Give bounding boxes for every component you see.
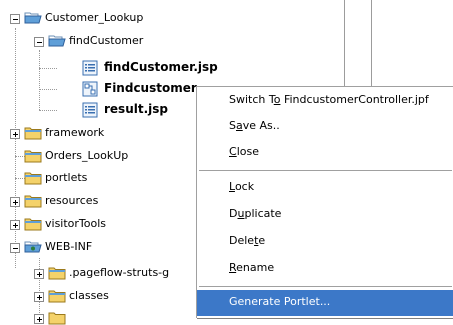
menu-separator [199,170,452,171]
menu-mnemonic: C [229,145,237,158]
menu-label: ve As.. [242,119,280,132]
panel-divider[interactable] [344,0,345,88]
expand-icon[interactable] [34,269,44,279]
tree-item-orders-lookup[interactable]: Orders_LookUp [45,149,128,163]
tree-item-findcustomer-controller[interactable]: Findcustomer [104,81,197,95]
collapse-icon[interactable] [10,14,20,24]
menu-label: Switch T [229,93,274,106]
folder-icon [48,312,66,325]
tree-item-visitor-tools[interactable]: visitorTools [45,217,106,231]
jsp-file-icon [82,60,98,76]
pageflow-controller-icon [82,81,98,97]
menu-mnemonic: a [235,119,243,132]
tree-item-framework[interactable]: framework [45,126,104,140]
menu-item-save-as[interactable]: Save As.. [197,114,453,140]
folder-icon [24,127,42,140]
tree-item-find-customer[interactable]: findCustomer [69,34,143,48]
tree-item-pageflow-struts[interactable]: .pageflow-struts-g [69,266,169,280]
tree-item-resources[interactable]: resources [45,194,98,208]
tree-item-find-customer-jsp[interactable]: findCustomer.jsp [104,60,218,74]
menu-item-rename[interactable]: Rename [197,256,453,282]
tree-item-web-inf[interactable]: WEB-INF [45,240,92,254]
menu-item-lock[interactable]: Lock [197,175,453,201]
folder-icon [24,150,42,163]
menu-label: ock [234,180,255,193]
tree-line [15,28,16,268]
expand-icon[interactable] [10,197,20,207]
jsp-file-icon [82,102,98,118]
menu-label: e [258,234,266,247]
menu-separator [199,286,452,287]
folder-icon [48,267,66,280]
menu-label: ename [236,261,275,274]
folder-icon [24,172,42,185]
tree-item-portlets[interactable]: portlets [45,171,87,185]
tree-line [39,68,57,69]
menu-item-close[interactable]: Close [197,140,453,166]
folder-icon [24,195,42,208]
folder-icon [48,290,66,303]
folder-open-icon [48,35,66,47]
tree-line [39,258,40,317]
menu-item-delete[interactable]: Delete [197,229,453,255]
tree-item-result-jsp[interactable]: result.jsp [104,102,168,116]
menu-label: FindcustomerController.jpf [280,93,429,106]
expand-icon[interactable] [10,129,20,139]
menu-label: S [229,119,236,132]
expand-icon[interactable] [34,314,44,324]
menu-item-switch-to-controller[interactable]: Switch To FindcustomerController.jpf [197,88,453,114]
menu-label: Dele [229,234,255,247]
menu-label: lose [236,145,259,158]
expand-icon[interactable] [10,220,20,230]
tree-item-classes[interactable]: classes [69,289,109,303]
tree-line [39,89,57,90]
menu-item-generate-portlet[interactable]: Generate Portlet... [197,290,453,316]
collapse-icon[interactable] [34,37,44,47]
panel-divider[interactable] [371,0,372,88]
folder-icon [24,218,42,231]
context-menu: Switch To FindcustomerController.jpf Sav… [196,86,453,318]
expand-icon[interactable] [34,292,44,302]
menu-label: plicate [244,207,282,220]
tree-item-customer-lookup[interactable]: Customer_Lookup [45,11,143,25]
folder-open-icon [24,12,42,24]
web-folder-icon [24,241,42,253]
collapse-icon[interactable] [10,243,20,253]
tree-line [39,50,40,110]
menu-label: Generate Portlet... [229,295,331,308]
tree-line [39,110,57,111]
menu-item-duplicate[interactable]: Duplicate [197,202,453,228]
